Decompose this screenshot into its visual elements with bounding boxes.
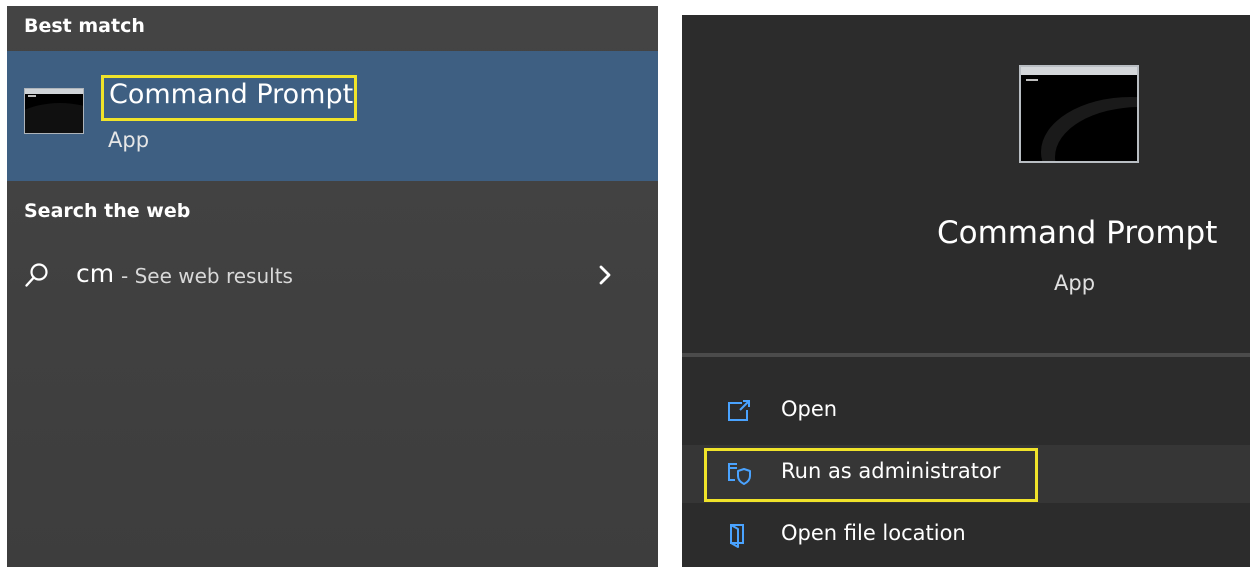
chevron-right-icon[interactable] — [593, 262, 617, 288]
best-match-header: Best match — [24, 15, 145, 37]
app-title: Command Prompt — [937, 215, 1218, 251]
open-icon — [728, 400, 750, 421]
open-label: Open — [781, 397, 838, 421]
command-prompt-icon — [1019, 65, 1139, 163]
open-file-location-label: Open file location — [781, 521, 966, 545]
web-query-text: cm — [76, 259, 115, 288]
app-subtitle: App — [1054, 271, 1096, 295]
search-web-header: Search the web — [24, 200, 191, 222]
divider — [682, 353, 1250, 357]
folder-location-icon — [730, 524, 744, 548]
search-results-pane: Best match Command Prompt App Search the… — [7, 6, 658, 567]
search-icon — [25, 263, 48, 287]
best-match-title: Command Prompt — [109, 79, 354, 110]
open-file-location-action[interactable]: Open file location — [682, 507, 1250, 565]
best-match-subtitle: App — [108, 128, 150, 152]
web-results-suffix: - See web results — [121, 264, 293, 288]
web-result-item[interactable]: cm - See web results — [7, 250, 658, 300]
highlight-box-admin — [704, 448, 1038, 502]
start-search-window: Best match Command Prompt App Search the… — [0, 0, 1250, 567]
best-match-item[interactable]: Command Prompt App — [7, 51, 658, 181]
open-action[interactable]: Open — [682, 383, 1250, 441]
command-prompt-icon — [24, 88, 84, 134]
